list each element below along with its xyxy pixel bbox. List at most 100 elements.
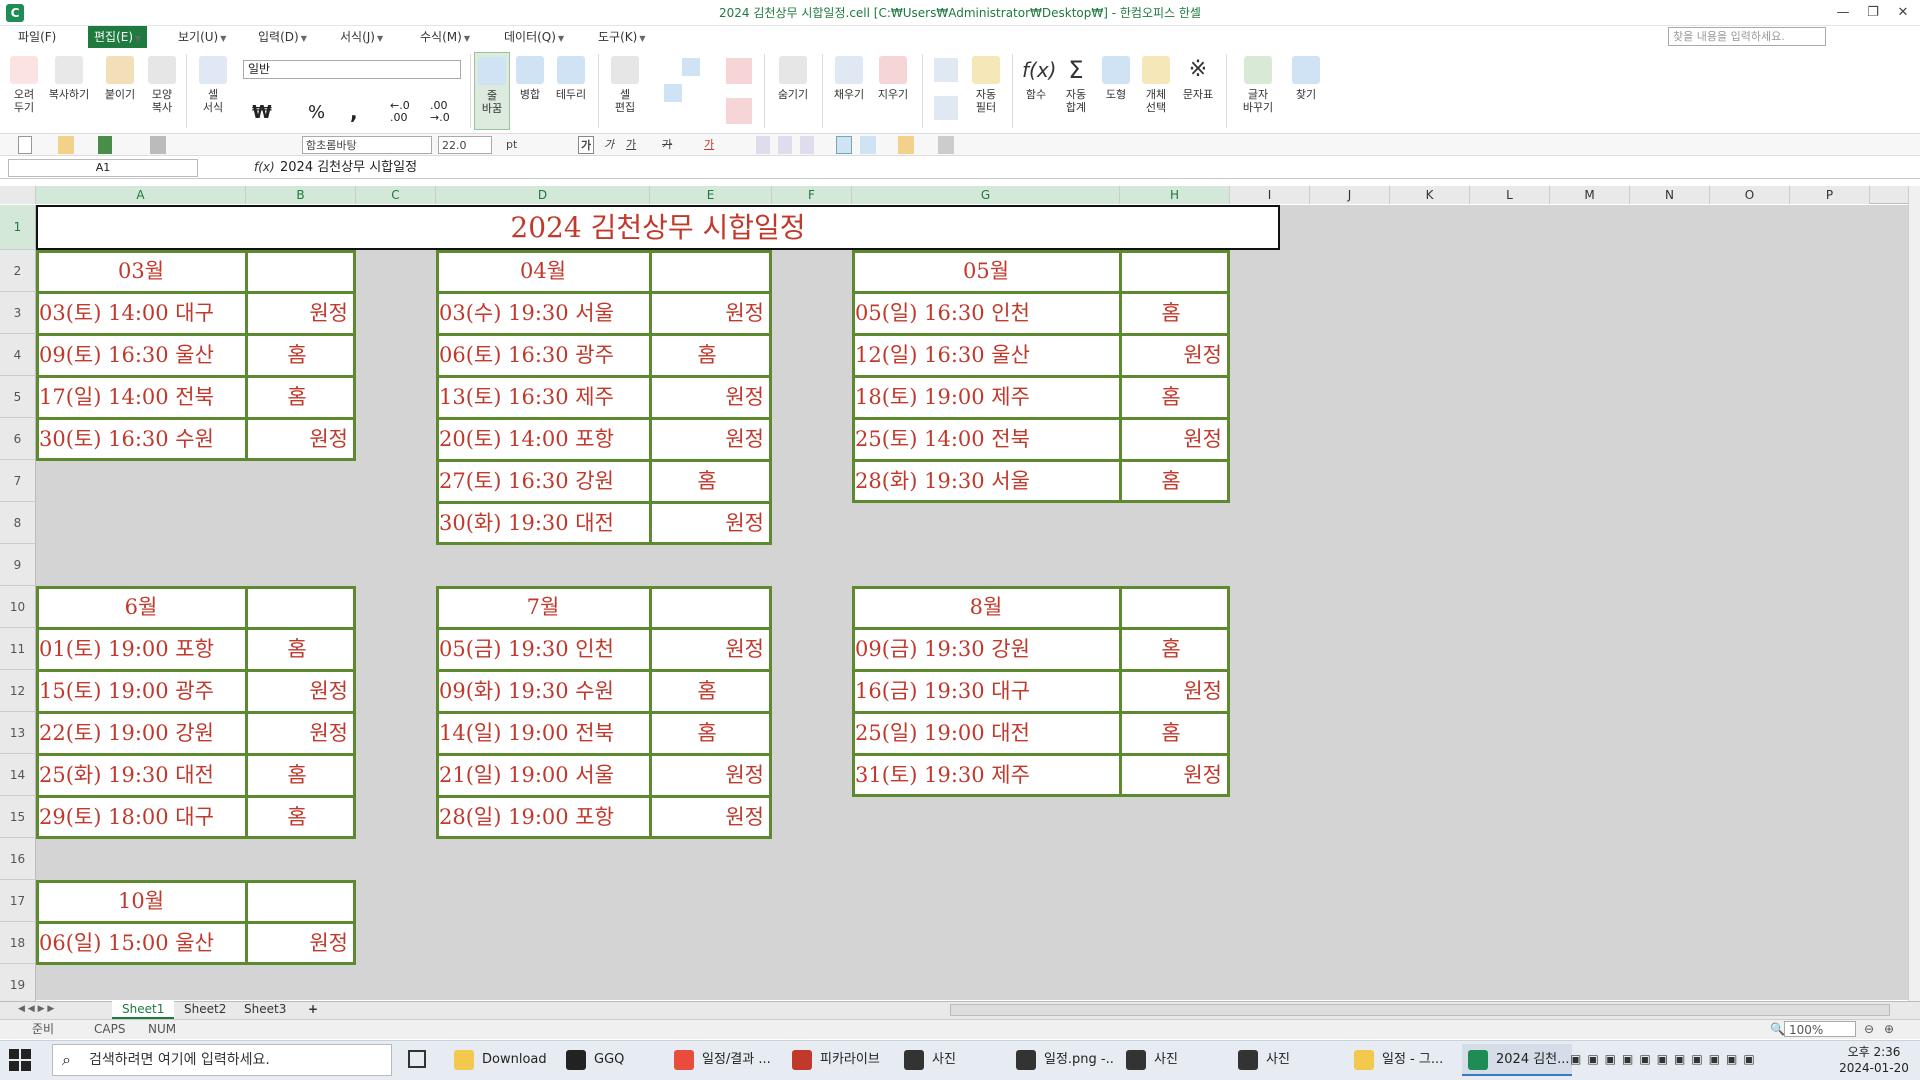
row-header-4[interactable]: 4 bbox=[0, 334, 36, 376]
font-size-input[interactable]: 22.0 bbox=[438, 136, 492, 154]
month-header[interactable]: 8월 bbox=[852, 586, 1120, 628]
close-button[interactable]: ✕ bbox=[1888, 2, 1918, 24]
font-size-unit[interactable]: pt bbox=[506, 136, 517, 154]
column-header-n[interactable]: N bbox=[1630, 186, 1710, 204]
tab-sheet3[interactable]: Sheet3 bbox=[234, 1001, 296, 1019]
clear-button[interactable]: 지우기 bbox=[872, 52, 914, 130]
comma-button[interactable]: , bbox=[350, 100, 358, 124]
game-cell[interactable]: 05(금) 19:30 인천 bbox=[439, 628, 647, 670]
venue-cell[interactable]: 원정 bbox=[1120, 670, 1222, 712]
row-header-7[interactable]: 7 bbox=[0, 460, 36, 502]
border-button[interactable]: 테두리 bbox=[550, 52, 592, 130]
align-left-icon[interactable] bbox=[756, 136, 770, 154]
game-cell[interactable]: 28(일) 19:00 포항 bbox=[439, 796, 647, 838]
fill-button[interactable]: 채우기 bbox=[828, 52, 870, 130]
venue-cell[interactable]: 홈 bbox=[1120, 712, 1222, 754]
venue-cell[interactable]: 원정 bbox=[246, 922, 348, 964]
replace-button[interactable]: 글자 바꾸기 bbox=[1234, 52, 1282, 130]
column-header-p[interactable]: P bbox=[1790, 186, 1870, 204]
game-cell[interactable]: 21(일) 19:00 서울 bbox=[439, 754, 647, 796]
select-all-corner[interactable] bbox=[0, 186, 36, 204]
game-cell[interactable]: 14(일) 19:00 전북 bbox=[439, 712, 647, 754]
zoom-level[interactable]: 100% bbox=[1784, 1021, 1856, 1037]
row-header-2[interactable]: 2 bbox=[0, 250, 36, 292]
venue-cell[interactable]: 원정 bbox=[650, 418, 764, 460]
game-cell[interactable]: 22(토) 19:00 강원 bbox=[39, 712, 243, 754]
game-cell[interactable]: 09(화) 19:30 수원 bbox=[439, 670, 647, 712]
venue-cell[interactable]: 원정 bbox=[650, 628, 764, 670]
menu-format[interactable]: 서식(J) ▼ bbox=[340, 26, 383, 48]
format-painter-button[interactable]: 모양 복사 bbox=[144, 52, 180, 130]
print-icon[interactable] bbox=[150, 136, 166, 154]
venue-cell[interactable]: 원정 bbox=[1120, 418, 1222, 460]
month-header[interactable]: 04월 bbox=[436, 250, 650, 292]
row-header-6[interactable]: 6 bbox=[0, 418, 36, 460]
column-header-i[interactable]: I bbox=[1230, 186, 1310, 204]
windows-start-icon[interactable] bbox=[8, 1048, 32, 1072]
taskbar-item[interactable]: 일정 - 그... bbox=[1348, 1044, 1458, 1076]
font-select[interactable]: 함초롬바탕 bbox=[302, 136, 432, 154]
decrease-decimal-button[interactable]: .00 →.0 bbox=[430, 100, 450, 124]
venue-cell[interactable]: 원정 bbox=[1120, 754, 1222, 796]
game-cell[interactable]: 03(수) 19:30 서울 bbox=[439, 292, 647, 334]
number-format-select[interactable]: 일반 bbox=[243, 60, 461, 79]
wrap-small-icon[interactable] bbox=[836, 136, 852, 154]
currency-button[interactable]: ₩ bbox=[252, 102, 272, 123]
month-header[interactable]: 05월 bbox=[852, 250, 1120, 292]
venue-cell[interactable]: 홈 bbox=[1120, 292, 1222, 334]
month-header[interactable]: 6월 bbox=[36, 586, 246, 628]
month-header[interactable]: 10월 bbox=[36, 880, 246, 922]
venue-cell[interactable]: 원정 bbox=[650, 796, 764, 838]
new-document-icon[interactable] bbox=[18, 136, 32, 154]
venue-cell[interactable]: 원정 bbox=[246, 292, 348, 334]
insert-delete-group[interactable] bbox=[660, 56, 760, 128]
column-header-e[interactable]: E bbox=[650, 186, 772, 204]
menu-edit[interactable]: 편집(E) ▼ bbox=[88, 26, 148, 48]
game-cell[interactable]: 25(일) 19:00 대전 bbox=[855, 712, 1117, 754]
game-cell[interactable]: 30(화) 19:30 대전 bbox=[439, 502, 647, 544]
game-cell[interactable]: 31(토) 19:30 제주 bbox=[855, 754, 1117, 796]
row-header-12[interactable]: 12 bbox=[0, 670, 36, 712]
venue-cell[interactable]: 홈 bbox=[650, 334, 764, 376]
column-header-h[interactable]: H bbox=[1120, 186, 1230, 204]
venue-cell[interactable]: 홈 bbox=[246, 628, 348, 670]
cell-format-button[interactable]: 셀 서식 bbox=[192, 52, 234, 130]
search-input[interactable]: 찾을 내용을 입력하세요. bbox=[1668, 27, 1826, 46]
game-cell[interactable]: 12(일) 16:30 울산 bbox=[855, 334, 1117, 376]
row-header-17[interactable]: 17 bbox=[0, 880, 36, 922]
increase-decimal-button[interactable]: ←.0 .00 bbox=[390, 100, 410, 124]
column-header-m[interactable]: M bbox=[1550, 186, 1630, 204]
minimize-button[interactable]: — bbox=[1828, 2, 1858, 24]
venue-cell[interactable]: 원정 bbox=[650, 376, 764, 418]
month-header[interactable]: 03월 bbox=[36, 250, 246, 292]
clock-date[interactable]: 2024-01-20 bbox=[1834, 1061, 1914, 1075]
fx-icon[interactable]: f(x) bbox=[254, 160, 275, 174]
bold-button[interactable]: 가 bbox=[578, 136, 595, 154]
taskbar-search-input[interactable]: 검색하려면 여기에 입력하세요. bbox=[52, 1044, 392, 1076]
task-view-icon[interactable] bbox=[408, 1050, 426, 1068]
zoom-in-icon[interactable]: ⊕ bbox=[1884, 1021, 1894, 1037]
row-header-15[interactable]: 15 bbox=[0, 796, 36, 838]
game-cell[interactable]: 01(토) 19:00 포항 bbox=[39, 628, 243, 670]
game-cell[interactable]: 25(화) 19:30 대전 bbox=[39, 754, 243, 796]
find-button[interactable]: 찾기 bbox=[1286, 52, 1326, 130]
game-cell[interactable]: 17(일) 14:00 전북 bbox=[39, 376, 243, 418]
column-header-b[interactable]: B bbox=[246, 186, 356, 204]
hide-button[interactable]: 숨기기 bbox=[770, 52, 816, 130]
game-cell[interactable]: 03(토) 14:00 대구 bbox=[39, 292, 243, 334]
shape-button[interactable]: 도형 bbox=[1096, 52, 1136, 130]
sheet-title-cell[interactable]: 2024 김천상무 시합일정 bbox=[36, 205, 1280, 250]
taskbar-item[interactable]: 사진 bbox=[898, 1044, 998, 1076]
zoom-out-icon[interactable]: ⊖ bbox=[1864, 1021, 1874, 1037]
menu-data[interactable]: 데이터(Q) ▼ bbox=[504, 26, 564, 48]
taskbar-item[interactable]: Download bbox=[448, 1044, 548, 1076]
wrap-text-button[interactable]: 줄 바꿈 bbox=[474, 52, 510, 130]
venue-cell[interactable]: 원정 bbox=[246, 712, 348, 754]
venue-cell[interactable]: 홈 bbox=[246, 334, 348, 376]
venue-cell[interactable]: 원정 bbox=[650, 292, 764, 334]
row-header-3[interactable]: 3 bbox=[0, 292, 36, 334]
venue-cell[interactable]: 홈 bbox=[650, 712, 764, 754]
fill-color-icon[interactable] bbox=[898, 136, 914, 154]
align-right-icon[interactable] bbox=[800, 136, 814, 154]
open-folder-icon[interactable] bbox=[58, 136, 74, 154]
